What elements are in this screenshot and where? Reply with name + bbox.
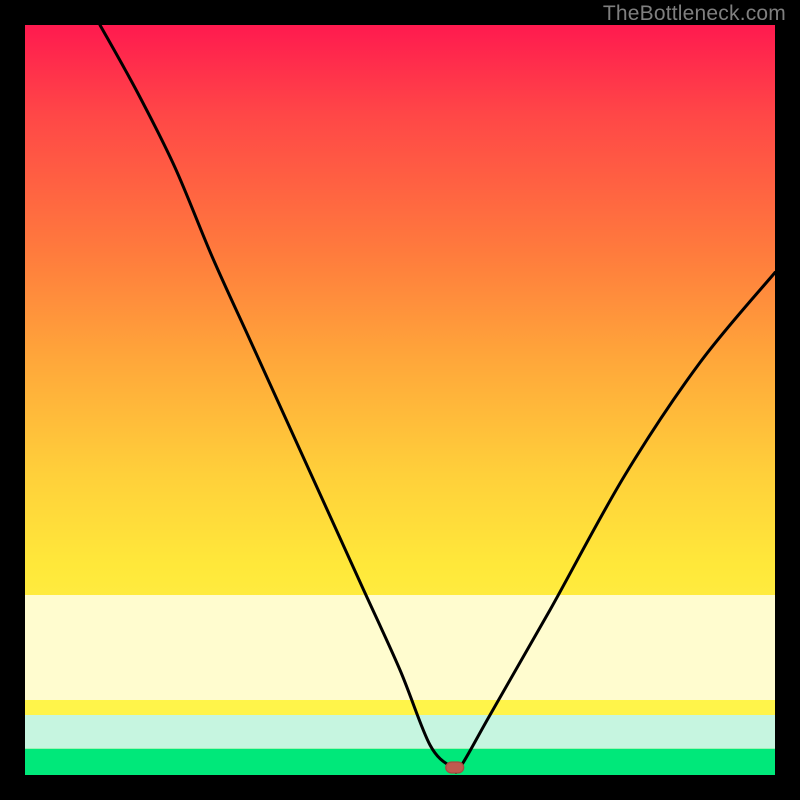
- watermark-text: TheBottleneck.com: [603, 2, 786, 26]
- green-strip: [25, 749, 775, 775]
- pale-yellow-band: [25, 595, 775, 700]
- bottleneck-chart: [25, 25, 775, 775]
- cyan-band: [25, 715, 775, 749]
- chart-frame: TheBottleneck.com: [0, 0, 800, 800]
- optimal-marker: [446, 762, 464, 773]
- plot-area: [25, 25, 775, 775]
